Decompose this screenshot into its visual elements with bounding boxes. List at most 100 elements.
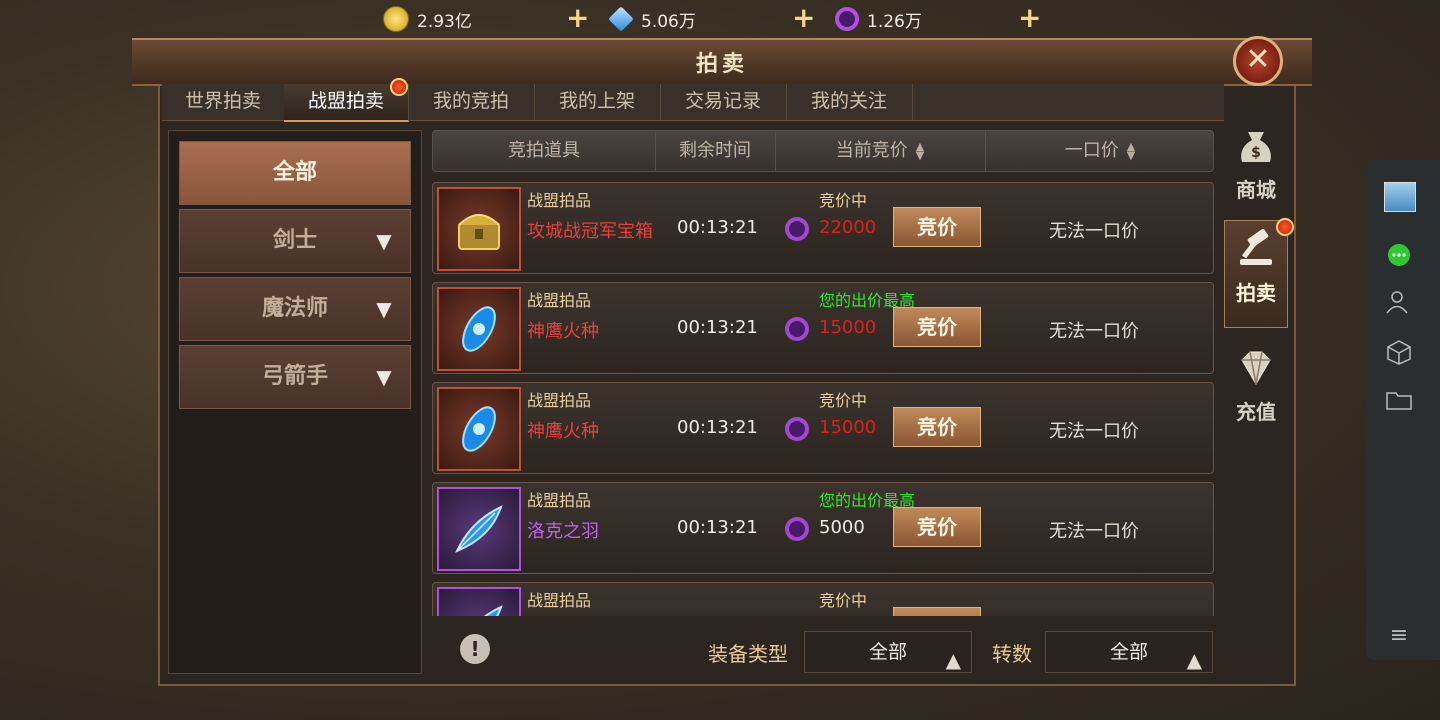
buyout-price: 无法一口价 [1049, 221, 1139, 242]
category-label: 剑士 [272, 228, 317, 253]
tab-trade-records[interactable]: 交易记录 [660, 84, 787, 120]
contact-icon[interactable] [1384, 288, 1414, 316]
category-label: 全部 [272, 160, 317, 185]
currency-gold: 2.93亿 [383, 4, 472, 34]
table-row: 战盟拍品 神鹰火种 00:13:21 您的出价最高 15000 竞价 无法一口价 [432, 282, 1214, 374]
side-nav: $ 商城 拍卖 充值 [1224, 118, 1294, 448]
rebirth-select[interactable]: 全部 ▲ [1045, 631, 1213, 673]
title-bar: 拍卖 [132, 38, 1312, 86]
tab-my-bids[interactable]: 我的竞拍 [408, 84, 535, 120]
notification-badge [1276, 218, 1294, 236]
table-row: 战盟拍品 洛克之羽 00:13:21 您的出价最高 5000 竞价 无法一口价 [432, 482, 1214, 574]
equip-type-label: 装备类型 [708, 642, 788, 666]
folder-icon[interactable] [1384, 386, 1414, 414]
purple-gem-icon [785, 417, 809, 441]
remaining-time: 00:13:21 [677, 317, 758, 338]
category-swordsman[interactable]: 剑士 ▼ [179, 209, 411, 273]
current-bid-value: 15000 [819, 317, 877, 338]
nav-shop[interactable]: $ 商城 [1224, 118, 1288, 218]
auction-list[interactable]: 战盟拍品 攻城战冠军宝箱 00:13:21 竞价中 22000 竞价 无法一口价… [432, 180, 1214, 616]
currency-gem-value: 1.26万 [867, 11, 922, 32]
item-slot[interactable] [437, 587, 521, 616]
add-diamond-button[interactable]: + [792, 4, 815, 32]
bid-status: 竞价中 [819, 391, 868, 410]
item-slot[interactable] [437, 287, 521, 371]
category-archer[interactable]: 弓箭手 ▼ [179, 345, 411, 409]
treasure-chest-icon [458, 214, 500, 250]
item-slot[interactable] [437, 387, 521, 471]
tab-my-watchlist[interactable]: 我的关注 [786, 84, 913, 120]
table-header: 竞拍道具 剩余时间 当前竞价 ▲ ▼ 一口价 ▲ ▼ [432, 130, 1214, 172]
nav-recharge-label: 充值 [1236, 400, 1276, 424]
item-name: 攻城战冠军宝箱 [527, 221, 653, 242]
nav-auction[interactable]: 拍卖 [1224, 220, 1288, 328]
category-mage[interactable]: 魔法师 ▼ [179, 277, 411, 341]
currency-diamond: 5.06万 [608, 4, 696, 34]
money-bag-icon: $ [1241, 132, 1271, 162]
currency-diamond-value: 5.06万 [641, 11, 696, 32]
header-buyout[interactable]: 一口价 ▲ ▼ [985, 131, 1215, 171]
item-name: 洛克之羽 [527, 521, 599, 542]
item-category: 战盟拍品 [527, 191, 592, 210]
blue-feather-icon [483, 605, 503, 616]
close-icon: ✕ [1245, 42, 1271, 77]
tab-world-auction[interactable]: 世界拍卖 [162, 84, 285, 120]
bid-button[interactable] [893, 607, 981, 616]
tab-bar: 世界拍卖 战盟拍卖 我的竞拍 我的上架 交易记录 我的关注 [162, 84, 1224, 122]
header-current-bid-label: 当前竞价 [835, 140, 908, 161]
cube-icon[interactable] [1384, 338, 1414, 366]
item-category: 战盟拍品 [527, 391, 592, 410]
equip-type-select[interactable]: 全部 ▲ [804, 631, 972, 673]
gold-coin-icon [383, 6, 409, 32]
bid-status: 竞价中 [819, 191, 868, 210]
add-gem-button[interactable]: + [1018, 4, 1041, 32]
sort-icon: ▲ ▼ [915, 140, 925, 162]
rebirth-label: 转数 [992, 642, 1032, 666]
thumbnail-icon[interactable] [1384, 182, 1416, 212]
blue-diamond-icon [608, 6, 634, 32]
equip-type-value: 全部 [868, 641, 907, 663]
close-button[interactable]: ✕ [1233, 36, 1283, 86]
bid-button[interactable]: 竞价 [893, 207, 981, 247]
rebirth-value: 全部 [1109, 641, 1148, 663]
notification-badge [390, 78, 408, 96]
chevron-down-icon: ▼ [376, 365, 392, 389]
category-all[interactable]: 全部 [179, 141, 411, 205]
blue-crystal-icon [462, 306, 496, 352]
buyout-price: 无法一口价 [1049, 521, 1139, 542]
floating-toolbar: ≡ [1366, 160, 1440, 660]
gavel-icon [1240, 228, 1272, 265]
item-slot[interactable] [437, 187, 521, 271]
header-current-bid[interactable]: 当前竞价 ▲ ▼ [775, 131, 986, 171]
table-row: 战盟拍品 竞价中 [432, 582, 1214, 616]
tab-my-listings[interactable]: 我的上架 [534, 84, 661, 120]
purple-gem-icon [785, 317, 809, 341]
chevron-up-icon: ▲ [1186, 648, 1202, 672]
bid-button[interactable]: 竞价 [893, 407, 981, 447]
header-buyout-label: 一口价 [1064, 140, 1119, 161]
current-bid-value: 15000 [819, 417, 877, 438]
category-label: 弓箭手 [261, 364, 328, 389]
item-slot[interactable] [437, 487, 521, 571]
nav-recharge[interactable]: 充值 [1224, 340, 1288, 440]
add-gold-button[interactable]: + [566, 4, 589, 32]
currency-gem: 1.26万 [835, 4, 922, 34]
blue-feather-icon [455, 505, 503, 553]
currency-bar: 2.93亿 + 5.06万 + 1.26万 + [375, 0, 1055, 40]
bid-button[interactable]: 竞价 [893, 307, 981, 347]
item-name: 神鹰火种 [527, 421, 599, 442]
bid-status: 竞价中 [819, 591, 868, 610]
info-icon[interactable]: ! [460, 634, 490, 664]
menu-icon[interactable]: ≡ [1384, 622, 1414, 650]
bid-button[interactable]: 竞价 [893, 507, 981, 547]
currency-gold-value: 2.93亿 [417, 11, 472, 32]
purple-gem-icon [835, 7, 859, 31]
current-bid-value: 5000 [819, 517, 865, 538]
item-category: 战盟拍品 [527, 591, 592, 610]
chat-icon[interactable] [1384, 242, 1414, 270]
buyout-price: 无法一口价 [1049, 421, 1139, 442]
remaining-time: 00:13:21 [677, 417, 758, 438]
nav-shop-label: 商城 [1236, 178, 1276, 202]
remaining-time: 00:13:21 [677, 217, 758, 238]
remaining-time: 00:13:21 [677, 517, 758, 538]
